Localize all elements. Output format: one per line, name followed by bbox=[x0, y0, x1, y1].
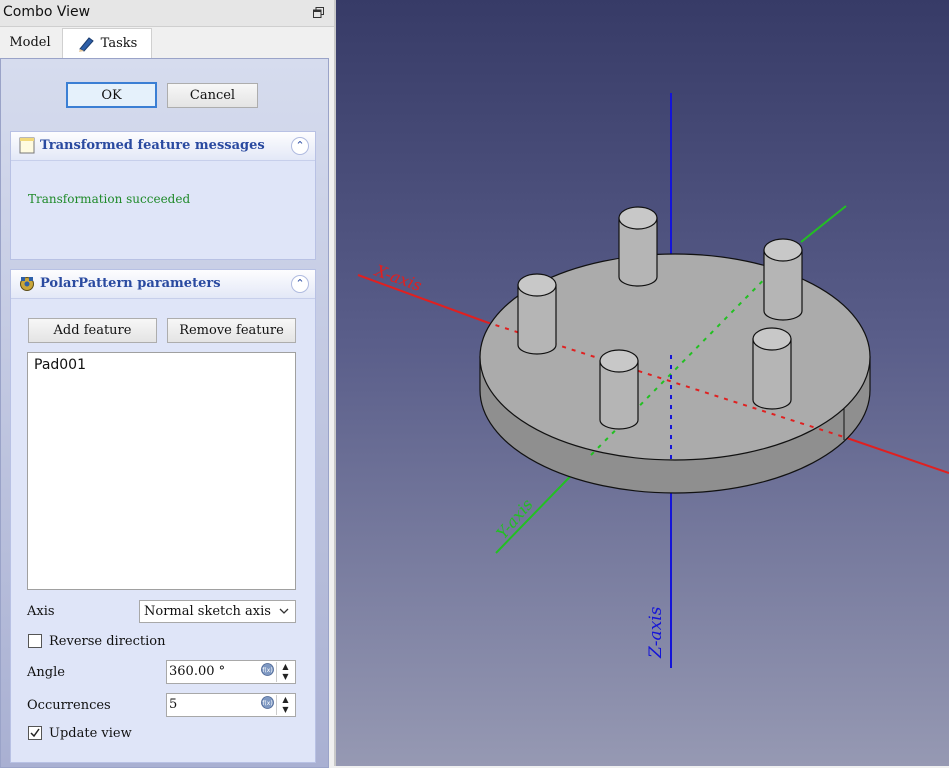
axis-label: Axis bbox=[27, 604, 55, 619]
messages-box-title: Transformed feature messages bbox=[40, 138, 265, 153]
collapse-messages-button[interactable]: ⌃ bbox=[291, 137, 309, 155]
svg-text:f(x): f(x) bbox=[262, 667, 272, 674]
expression-icon[interactable]: f(x) bbox=[261, 663, 274, 676]
feature-list[interactable]: Pad001 bbox=[27, 352, 296, 590]
expression-icon[interactable]: f(x) bbox=[261, 696, 274, 709]
reverse-direction-label: Reverse direction bbox=[49, 634, 166, 649]
angle-spinbox[interactable]: 360.00 ° f(x) ▲ ▼ bbox=[166, 660, 296, 684]
reverse-direction-checkbox[interactable] bbox=[28, 634, 42, 648]
ok-button[interactable]: OK bbox=[66, 82, 157, 108]
tab-model[interactable]: Model bbox=[0, 28, 60, 57]
messages-box: Transformed feature messages ⌃ Transform… bbox=[10, 131, 316, 260]
combo-view-panel: Combo View Model Tasks OK Cancel Transfo… bbox=[0, 0, 336, 768]
messages-box-header: Transformed feature messages ⌃ bbox=[11, 132, 315, 161]
checkmark-icon bbox=[30, 728, 40, 738]
tab-model-label: Model bbox=[9, 35, 51, 50]
polar-pattern-title: PolarPattern parameters bbox=[40, 276, 221, 291]
polar-pattern-header: PolarPattern parameters ⌃ bbox=[11, 270, 315, 299]
tab-tasks[interactable]: Tasks bbox=[62, 28, 152, 58]
3d-viewport[interactable]: X-axis Y-axis Z-axis bbox=[336, 0, 949, 766]
note-icon bbox=[19, 137, 35, 154]
cancel-button[interactable]: Cancel bbox=[167, 83, 258, 108]
occurrences-value: 5 bbox=[169, 697, 178, 712]
combo-tabs: Model Tasks bbox=[0, 28, 334, 58]
svg-text:f(x): f(x) bbox=[262, 700, 272, 707]
update-view-label: Update view bbox=[49, 726, 132, 741]
chevron-down-icon bbox=[279, 608, 289, 614]
stepper-up-icon[interactable]: ▲ bbox=[277, 695, 294, 705]
y-axis-line-end bbox=[800, 205, 847, 243]
pencil-icon bbox=[78, 36, 94, 52]
polar-pattern-icon bbox=[20, 277, 34, 291]
tab-tasks-label: Tasks bbox=[100, 36, 138, 51]
occurrences-spinbox[interactable]: 5 f(x) ▲ ▼ bbox=[166, 693, 296, 717]
undock-icon[interactable] bbox=[313, 7, 324, 18]
angle-label: Angle bbox=[27, 665, 65, 680]
angle-value: 360.00 ° bbox=[169, 664, 226, 679]
combo-view-titlebar: Combo View bbox=[0, 0, 334, 27]
list-item[interactable]: Pad001 bbox=[34, 357, 86, 373]
remove-feature-button[interactable]: Remove feature bbox=[167, 318, 296, 343]
z-axis-label: Z-axis bbox=[646, 606, 666, 659]
occurrences-stepper[interactable]: ▲ ▼ bbox=[276, 695, 294, 715]
add-feature-button[interactable]: Add feature bbox=[28, 318, 157, 343]
update-view-checkbox[interactable] bbox=[28, 726, 42, 740]
pillar bbox=[752, 327, 792, 410]
axis-select-value: Normal sketch axis bbox=[144, 604, 271, 619]
stepper-down-icon[interactable]: ▼ bbox=[277, 705, 294, 715]
status-message: Transformation succeeded bbox=[28, 192, 191, 206]
stepper-up-icon[interactable]: ▲ bbox=[277, 662, 294, 672]
stepper-down-icon[interactable]: ▼ bbox=[277, 672, 294, 682]
occurrences-label: Occurrences bbox=[27, 698, 111, 713]
combo-view-title: Combo View bbox=[3, 4, 91, 20]
pillar bbox=[763, 238, 803, 321]
collapse-polar-pattern-button[interactable]: ⌃ bbox=[291, 275, 309, 293]
x-axis-line-end bbox=[843, 436, 949, 474]
pillar bbox=[517, 273, 557, 355]
3d-scene: X-axis Y-axis Z-axis bbox=[357, 93, 949, 668]
angle-stepper[interactable]: ▲ ▼ bbox=[276, 662, 294, 682]
pillar bbox=[618, 206, 658, 287]
pillar bbox=[599, 349, 639, 430]
axis-select[interactable]: Normal sketch axis bbox=[139, 600, 296, 623]
